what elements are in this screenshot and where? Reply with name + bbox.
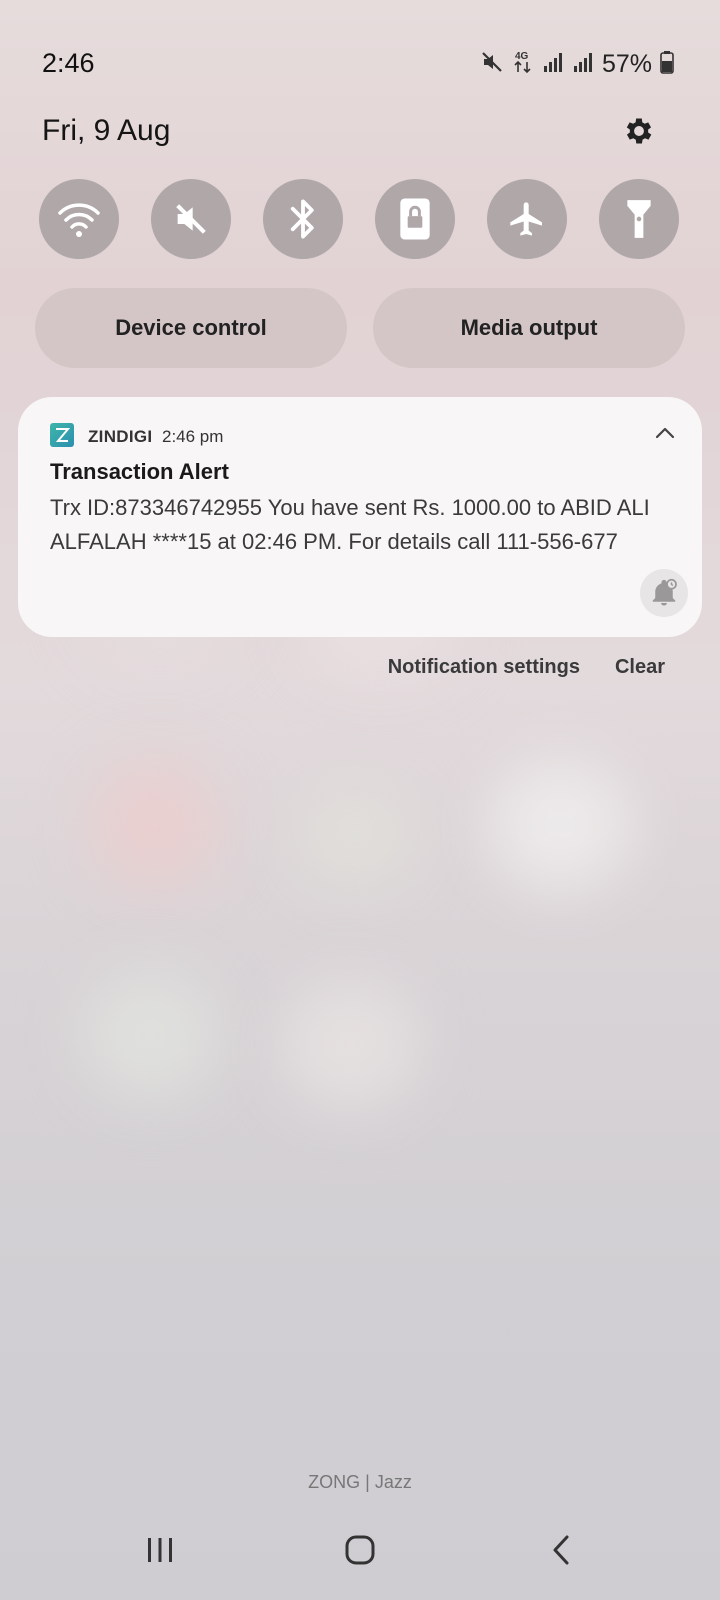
signal-icon xyxy=(572,51,594,78)
notification-actions: Notification settings Clear xyxy=(388,656,665,679)
status-bar: 2:46 4G 57% xyxy=(0,0,720,130)
mute-icon xyxy=(480,50,504,79)
recents-button[interactable] xyxy=(130,1530,190,1570)
bell-snooze-icon xyxy=(652,578,677,606)
carrier-label: ZONG | Jazz xyxy=(308,1472,412,1492)
home-button[interactable] xyxy=(330,1530,390,1570)
sound-tile[interactable] xyxy=(151,179,231,259)
recents-icon xyxy=(148,1538,172,1562)
portrait-lock-icon xyxy=(400,198,430,240)
gear-icon xyxy=(626,118,652,144)
wallpaper-blob xyxy=(80,970,220,1100)
wallpaper-blob xyxy=(90,760,220,890)
zindigi-app-icon xyxy=(50,423,74,447)
chevron-up-icon xyxy=(655,427,675,439)
notification-card[interactable]: ZINDIGI 2:46 pm Transaction Alert Trx ID… xyxy=(18,397,702,637)
airplane-mode-tile[interactable] xyxy=(487,179,567,259)
battery-percent: 57% xyxy=(601,50,652,78)
wifi-tile[interactable] xyxy=(39,179,119,259)
notification-body: Trx ID:873346742955 You have sent Rs. 10… xyxy=(50,495,650,554)
device-control-button[interactable]: Device control xyxy=(35,288,347,368)
signal-icon xyxy=(542,51,564,78)
battery-icon xyxy=(660,50,674,79)
rotation-lock-tile[interactable] xyxy=(375,179,455,259)
flashlight-icon xyxy=(627,200,651,238)
clear-button[interactable]: Clear xyxy=(615,656,665,679)
airplane-icon xyxy=(510,202,542,236)
device-control-label: Device control xyxy=(115,315,267,340)
4g-data-icon: 4G xyxy=(512,49,534,80)
media-output-button[interactable]: Media output xyxy=(373,288,685,368)
notification-title: Transaction Alert xyxy=(50,459,229,484)
wallpaper-blob xyxy=(490,760,630,890)
wifi-icon xyxy=(58,203,100,237)
back-icon xyxy=(553,1535,569,1565)
settings-button[interactable] xyxy=(622,114,656,148)
notification-settings-button[interactable]: Notification settings xyxy=(388,656,580,679)
navigation-bar xyxy=(0,1520,720,1600)
quick-settings-row xyxy=(39,179,681,259)
wallpaper-blob xyxy=(280,980,420,1110)
collapse-button[interactable] xyxy=(654,425,676,441)
date-label: Fri, 9 Aug xyxy=(42,114,171,147)
media-output-label: Media output xyxy=(460,315,598,340)
back-button[interactable] xyxy=(532,1530,592,1570)
flashlight-tile[interactable] xyxy=(599,179,679,259)
snooze-button[interactable] xyxy=(640,569,688,617)
notification-time: 2:46 pm xyxy=(162,427,224,446)
home-icon xyxy=(345,1535,375,1565)
status-clock: 2:46 xyxy=(42,48,95,78)
bluetooth-icon xyxy=(290,199,314,239)
mute-icon xyxy=(176,204,206,234)
network-type-label: 4G xyxy=(515,51,529,62)
notification-app-name: ZINDIGI xyxy=(88,427,153,446)
wallpaper-blob xyxy=(290,780,420,890)
bluetooth-tile[interactable] xyxy=(263,179,343,259)
status-icons: 4G 57% xyxy=(480,49,674,80)
